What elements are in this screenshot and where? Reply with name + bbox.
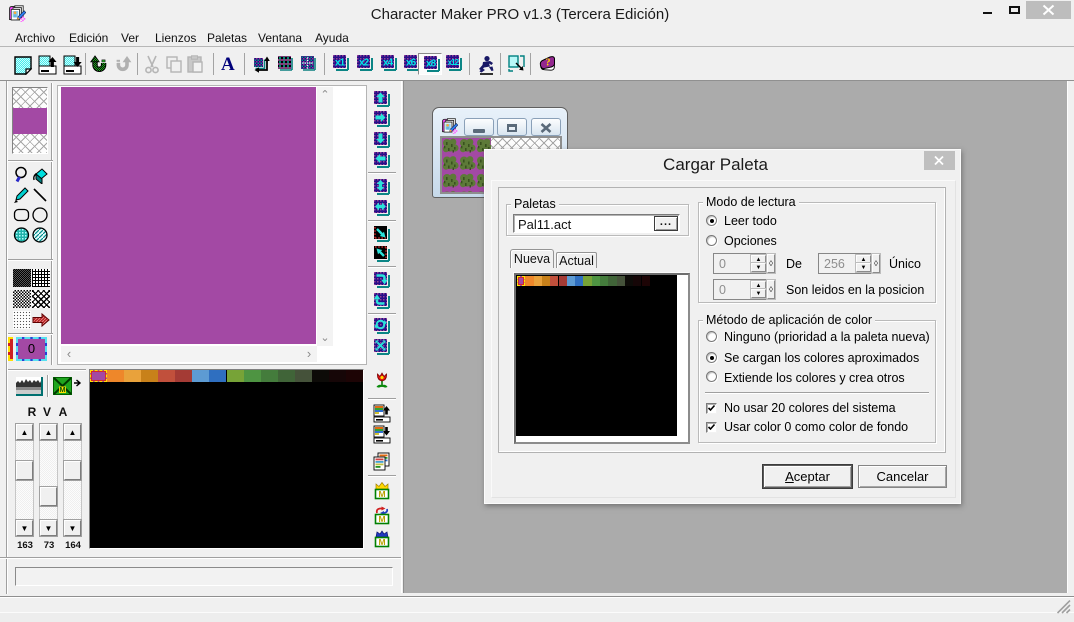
- svg-text:M: M: [378, 537, 385, 547]
- svg-text:x8: x8: [426, 59, 437, 70]
- svg-text:x6: x6: [406, 58, 417, 69]
- svg-text:?: ?: [546, 58, 551, 69]
- svg-text:x12: x12: [448, 57, 460, 67]
- svg-text:M: M: [378, 514, 385, 524]
- svg-text:x2: x2: [359, 58, 370, 69]
- svg-text:x4: x4: [383, 58, 394, 69]
- svg-text:M: M: [378, 489, 385, 499]
- svg-text:M: M: [59, 385, 65, 394]
- svg-text:x1: x1: [335, 58, 346, 69]
